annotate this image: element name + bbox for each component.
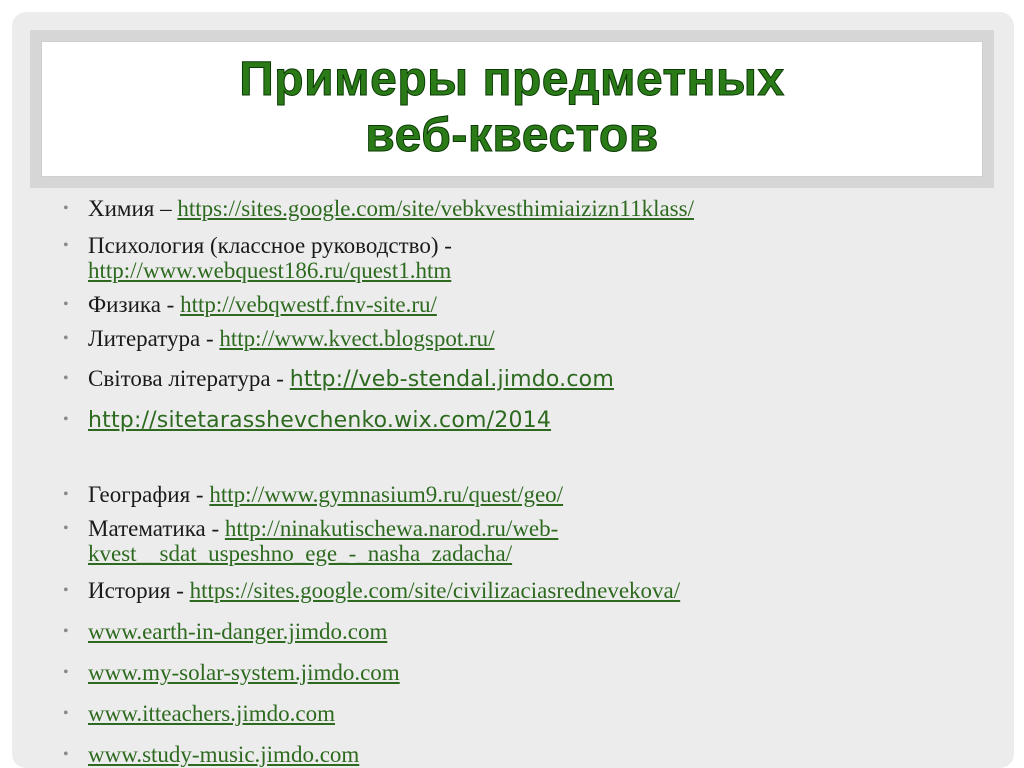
bullet-icon: •	[63, 486, 69, 503]
list-item-shevchenko: • http://sitetarasshevchenko.wix.com/201…	[63, 407, 551, 433]
itteachers-link[interactable]: www.itteachers.jimdo.com	[88, 701, 335, 726]
item-label: Физика -	[88, 292, 181, 317]
item-label: Світова література -	[88, 366, 290, 391]
physics-link[interactable]: http://vebqwestf.fnv-site.ru/	[180, 292, 437, 317]
list-item-math: • Математика - http://ninakutischewa.nar…	[63, 516, 558, 566]
item-label: Математика -	[88, 516, 225, 541]
bullet-icon: •	[63, 370, 69, 387]
world-literature-link[interactable]: http://veb-stendal.jimdo.com	[290, 367, 614, 392]
item-label: Литература -	[88, 326, 220, 351]
list-item-physics: • Физика - http://vebqwestf.fnv-site.ru/	[63, 292, 437, 317]
list-item-history: • История - https://sites.google.com/sit…	[63, 578, 681, 603]
bullet-icon: •	[63, 411, 69, 428]
title-line-1: Примеры предметных	[239, 53, 785, 107]
bullet-icon: •	[63, 623, 69, 640]
shevchenko-link[interactable]: http://sitetarasshevchenko.wix.com/2014	[88, 408, 551, 433]
bullet-icon: •	[63, 582, 69, 599]
list-item-world-literature: • Світова література - http://veb-stenda…	[63, 366, 614, 392]
bullet-icon: •	[63, 746, 69, 763]
item-label: Химия –	[88, 196, 178, 221]
math-link-part2[interactable]: kvest__sdat_uspeshno_ege_-_nasha_zadacha…	[88, 541, 512, 566]
list-item-itteachers: • www.itteachers.jimdo.com	[63, 701, 335, 726]
chemistry-link[interactable]: https://sites.google.com/site/vebkvesthi…	[177, 196, 694, 221]
title-line-2: веб-квестов	[365, 109, 659, 163]
title-box: Примеры предметных веб-квестов	[42, 42, 982, 176]
item-label: География -	[88, 482, 210, 507]
slide-title: Примеры предметных веб-квестов	[42, 52, 982, 164]
solar-link[interactable]: www.my-solar-system.jimdo.com	[88, 660, 400, 685]
history-link[interactable]: https://sites.google.com/site/civilizaci…	[190, 578, 681, 603]
list-item-literature: • Литература - http://www.kvect.blogspot…	[63, 326, 495, 351]
item-label: Психология (классное руководство) -	[88, 233, 452, 258]
list-item-psychology: • Психология (классное руководство) - ht…	[63, 233, 452, 283]
list-item-geography: • География - http://www.gymnasium9.ru/q…	[63, 482, 563, 507]
item-label: История -	[88, 578, 190, 603]
bullet-icon: •	[63, 200, 69, 217]
math-link-part1[interactable]: http://ninakutischewa.narod.ru/web-	[225, 516, 558, 541]
bullet-icon: •	[63, 664, 69, 681]
bullet-icon: •	[63, 237, 69, 254]
list-item-chemistry: • Химия – https://sites.google.com/site/…	[63, 196, 694, 221]
list-item-music: • www.study-music.jimdo.com	[63, 742, 359, 767]
geography-link[interactable]: http://www.gymnasium9.ru/quest/geo/	[209, 482, 563, 507]
list-item-earth: • www.earth-in-danger.jimdo.com	[63, 619, 387, 644]
music-link[interactable]: www.study-music.jimdo.com	[88, 742, 359, 767]
bullet-icon: •	[63, 296, 69, 313]
earth-link[interactable]: www.earth-in-danger.jimdo.com	[88, 619, 387, 644]
bullet-icon: •	[63, 705, 69, 722]
bullet-icon: •	[63, 330, 69, 347]
literature-link[interactable]: http://www.kvect.blogspot.ru/	[219, 326, 494, 351]
title-frame: Примеры предметных веб-квестов	[30, 30, 994, 188]
bullet-icon: •	[63, 520, 69, 537]
psychology-link[interactable]: http://www.webquest186.ru/quest1.htm	[88, 258, 451, 283]
list-item-solar: • www.my-solar-system.jimdo.com	[63, 660, 400, 685]
